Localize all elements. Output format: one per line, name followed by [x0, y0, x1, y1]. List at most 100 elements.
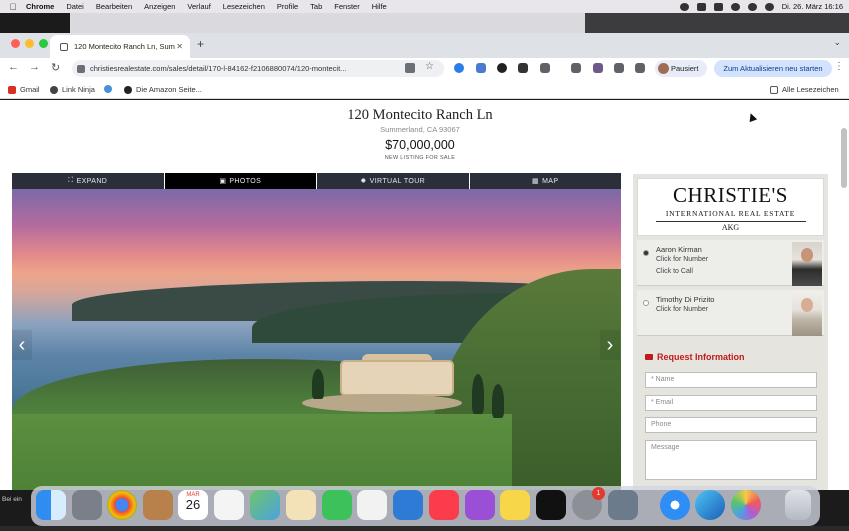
tab-photos[interactable]: ▣ PHOTOS	[164, 173, 317, 189]
profile-button[interactable]: Pausiert	[655, 60, 707, 77]
tab-map[interactable]: ▦ MAP	[469, 173, 621, 189]
extension-3-icon[interactable]	[497, 63, 507, 73]
tab-close-icon[interactable]: ✕	[176, 42, 183, 51]
agent-card-1[interactable]: Aaron Kirman Click for Number Click to C…	[637, 240, 824, 286]
agent-1-name: Aaron Kirman	[656, 245, 702, 254]
translate-icon[interactable]	[405, 63, 415, 73]
safari-icon[interactable]	[660, 490, 690, 520]
extension-1-icon[interactable]	[454, 63, 464, 73]
zoom-window-button[interactable]	[39, 39, 48, 48]
photo-next-arrow-icon[interactable]: ›	[600, 330, 620, 360]
keynote-icon[interactable]	[393, 490, 423, 520]
photo-prev-arrow-icon[interactable]: ‹	[12, 330, 32, 360]
tab-expand[interactable]: ⛶ EXPAND	[12, 173, 165, 189]
message-field[interactable]: Message	[645, 440, 817, 480]
finder-icon[interactable]	[36, 490, 66, 520]
tab-photos-label: PHOTOS	[229, 177, 262, 185]
apple-icon[interactable]: 	[6, 2, 20, 12]
side-panel-icon[interactable]	[635, 63, 645, 73]
photos-icon[interactable]	[731, 490, 761, 520]
extension-2-icon[interactable]	[476, 63, 486, 73]
extension-6-icon[interactable]	[593, 63, 603, 73]
agent-2-radio[interactable]	[643, 300, 649, 306]
bookmark-blank[interactable]	[104, 85, 116, 93]
contacts-icon[interactable]	[143, 490, 173, 520]
bookmark-link-ninja-label: Link Ninja	[62, 85, 95, 94]
phone-field[interactable]: Phone	[645, 417, 817, 433]
menu-tab[interactable]: Tab	[310, 2, 322, 11]
extension-5-icon[interactable]	[571, 63, 581, 73]
extensions-puzzle-icon[interactable]	[540, 63, 550, 73]
agent-2-number-link[interactable]: Click for Number	[656, 306, 708, 313]
bookmark-amazon[interactable]: Die Amazon Seite...	[124, 85, 202, 94]
bookmark-gmail[interactable]: Gmail	[8, 85, 40, 94]
numbers-icon[interactable]	[357, 490, 387, 520]
maps-icon[interactable]	[250, 490, 280, 520]
agent-1-number-link[interactable]: Click for Number	[656, 256, 708, 263]
menu-bearbeiten[interactable]: Bearbeiten	[96, 2, 132, 11]
facetime-icon[interactable]	[322, 490, 352, 520]
launchpad-icon[interactable]	[72, 490, 102, 520]
calendar-icon[interactable]: MAR 26	[178, 490, 208, 520]
site-info-icon[interactable]	[77, 65, 85, 73]
tab-virtual-tour[interactable]: ✹ VIRTUAL TOUR	[317, 173, 470, 189]
chrome-icon[interactable]	[107, 490, 137, 520]
wifi-icon[interactable]	[730, 2, 740, 11]
battery-icon[interactable]	[713, 2, 723, 11]
update-restart-button[interactable]: Zum Aktualisieren neu starten	[714, 60, 832, 77]
photo-terrace	[302, 394, 462, 412]
listing-status: NEW LISTING FOR SALE	[384, 155, 456, 161]
trash-icon[interactable]	[785, 490, 811, 520]
listing-address: Summerland, CA 93067	[380, 125, 460, 134]
amazon-icon	[124, 85, 132, 94]
close-window-button[interactable]	[11, 39, 20, 48]
active-tab[interactable]: 120 Montecito Ranch Ln, Sum ✕	[50, 35, 190, 58]
agent-1-call-link[interactable]: Click to Call	[656, 268, 693, 275]
menu-profile[interactable]: Profile	[277, 2, 298, 11]
notes-icon[interactable]	[500, 490, 530, 520]
bookmark-star-icon[interactable]: ☆	[425, 61, 435, 72]
listing-photo[interactable]	[12, 189, 621, 490]
extension-4-icon[interactable]	[518, 63, 528, 73]
network-globe-icon[interactable]	[695, 490, 725, 520]
reload-icon[interactable]: ↻	[51, 61, 60, 74]
name-field[interactable]: * Name	[645, 372, 817, 388]
menu-datei[interactable]: Datei	[66, 2, 84, 11]
agent-card-2[interactable]: Timothy Di Prizito Click for Number	[637, 290, 824, 336]
menu-lesezeichen[interactable]: Lesezeichen	[223, 2, 265, 11]
music-icon[interactable]	[429, 490, 459, 520]
record-icon[interactable]	[679, 2, 689, 11]
bookmark-link-ninja[interactable]: Link Ninja	[50, 85, 95, 94]
minimize-window-button[interactable]	[25, 39, 34, 48]
preview-icon[interactable]	[286, 490, 316, 520]
search-icon[interactable]	[747, 2, 757, 11]
page-scrollbar[interactable]	[841, 128, 847, 188]
image-capture-icon[interactable]	[608, 490, 638, 520]
email-field[interactable]: * Email	[645, 395, 817, 411]
menu-verlauf[interactable]: Verlauf	[187, 2, 210, 11]
menu-anzeigen[interactable]: Anzeigen	[144, 2, 175, 11]
menubar-clock[interactable]: Di. 26. März 16:16	[782, 2, 843, 11]
apple-tv-icon[interactable]	[536, 490, 566, 520]
control-center-icon[interactable]	[764, 2, 774, 11]
podcasts-icon[interactable]	[465, 490, 495, 520]
bookmark-globe-icon	[104, 85, 112, 93]
forward-icon[interactable]: →	[29, 61, 40, 73]
download-icon[interactable]	[614, 63, 624, 73]
menu-hilfe[interactable]: Hilfe	[372, 2, 387, 11]
agent-panel: CHRISTIE'S INTERNATIONAL REAL ESTATE AKG…	[633, 174, 828, 490]
menu-fenster[interactable]: Fenster	[334, 2, 359, 11]
reminders-icon[interactable]	[214, 490, 244, 520]
new-tab-icon[interactable]: +	[197, 37, 204, 51]
gmail-icon	[8, 85, 16, 94]
all-bookmarks[interactable]: Alle Lesezeichen	[770, 85, 839, 94]
tab-search-icon[interactable]: ⌄	[833, 37, 841, 48]
extension-status-icon[interactable]	[696, 2, 706, 11]
address-bar[interactable]: christiesrealestate.com/sales/detail/170…	[72, 60, 444, 77]
back-icon[interactable]: ←	[8, 61, 19, 73]
agent-1-radio[interactable]	[643, 250, 649, 256]
profile-avatar	[658, 63, 669, 74]
bookmark-amazon-label: Die Amazon Seite...	[136, 85, 202, 94]
browser-menu-icon[interactable]: ⋮	[834, 61, 844, 72]
menu-app-name[interactable]: Chrome	[26, 2, 54, 11]
